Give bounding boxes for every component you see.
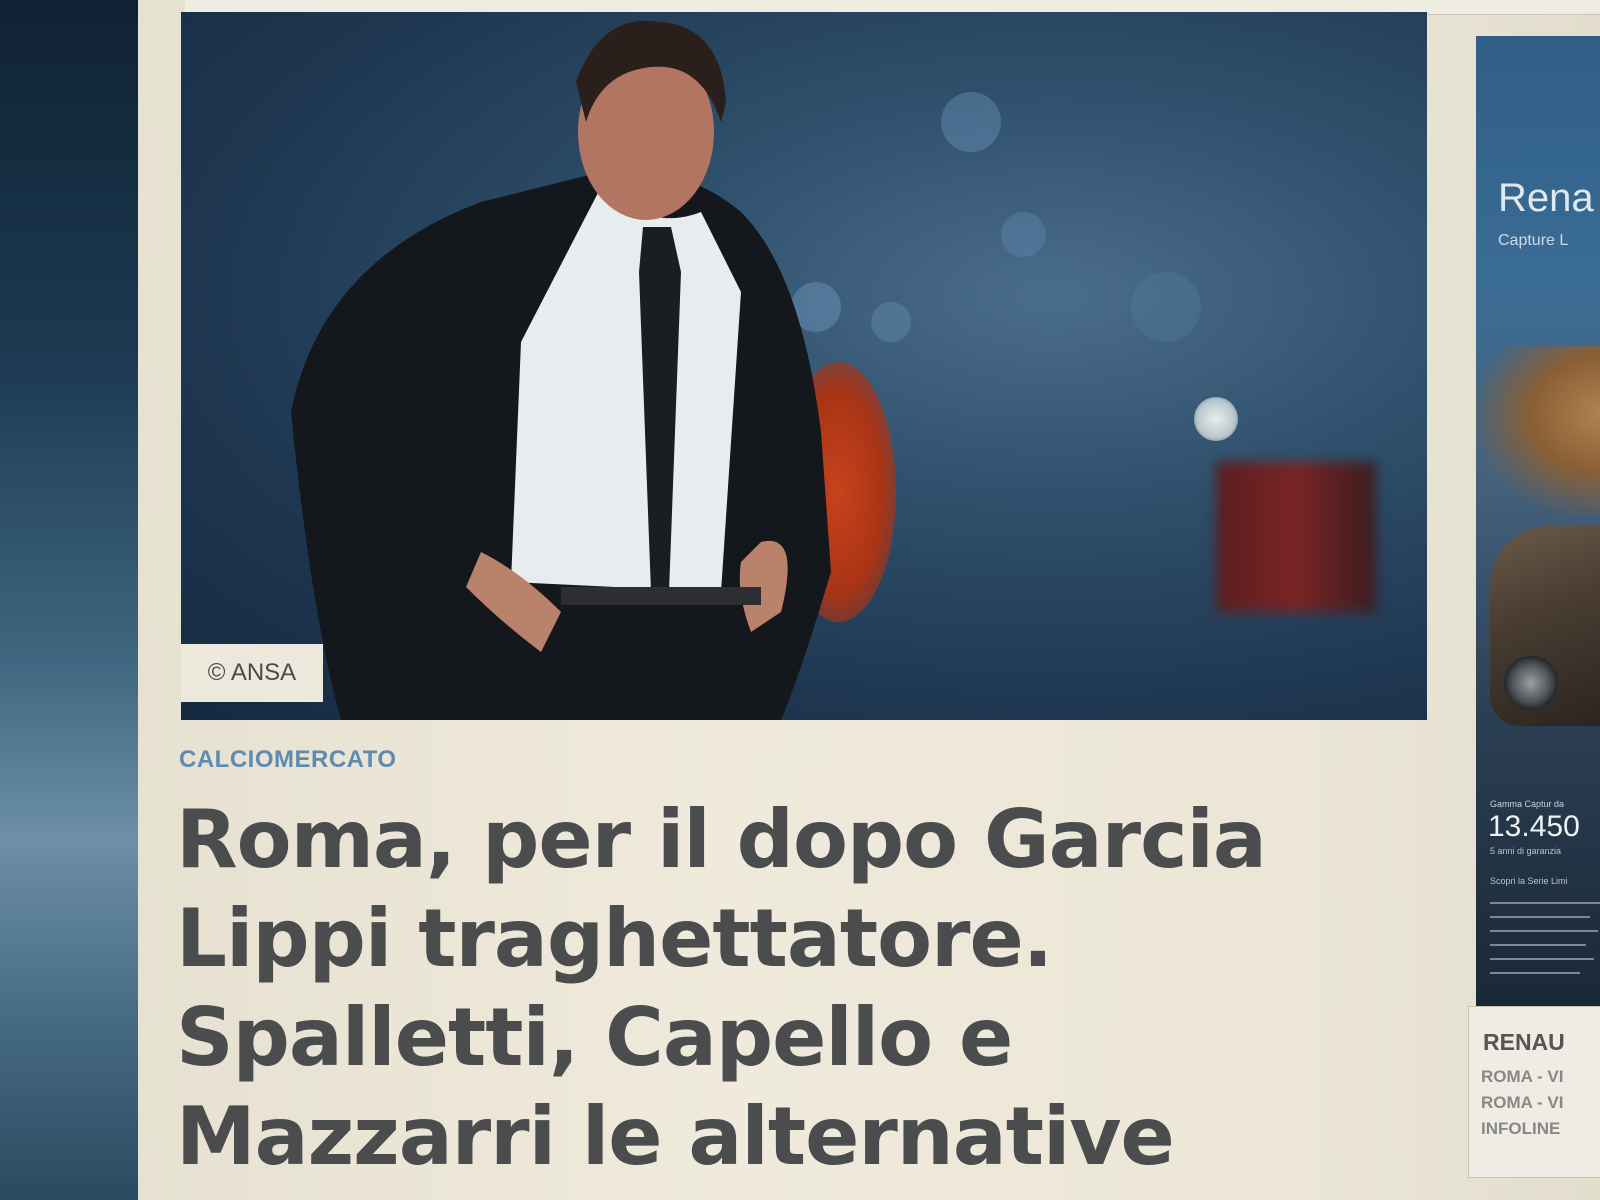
article-hero-image[interactable] [181, 12, 1427, 720]
ad-dealer-brand: RENAU [1483, 1029, 1565, 1055]
ad-dealer-box[interactable]: RENAU ROMA - VI ROMA - VI INFOLINE [1468, 1006, 1600, 1178]
headline-line: Lippi traghettatore. [176, 892, 1053, 985]
ad-fine-print [1490, 972, 1580, 974]
article-headline[interactable]: Roma, per il dopo Garcia Lippi traghetta… [176, 790, 1426, 1186]
ad-dealer-line: INFOLINE [1481, 1119, 1561, 1138]
ad-dealer-line: ROMA - VI [1481, 1067, 1564, 1086]
ad-title: Rena [1498, 176, 1594, 220]
coach-figure [291, 20, 831, 720]
ad-fine-print [1490, 958, 1594, 960]
background-left [0, 0, 150, 1200]
ad-dealer-line: ROMA - VI [1481, 1093, 1564, 1112]
ad-price: 13.450 [1488, 810, 1580, 843]
photo-credit: © ANSA [181, 644, 323, 702]
ad-fine-print [1490, 930, 1598, 932]
ad-fine-print [1490, 944, 1586, 946]
headline-line: Roma, per il dopo Garcia [176, 793, 1267, 886]
ad-fine-print [1490, 902, 1600, 904]
ad-cta-text: Scopri la Serie Limi [1490, 876, 1568, 886]
ad-fine-print [1490, 916, 1590, 918]
ad-car-wheel [1504, 656, 1558, 710]
ad-warranty-text: 5 anni di garanzia [1490, 846, 1562, 856]
ad-subtitle: Capture L [1498, 232, 1569, 249]
headline-line: Mazzarri le alternative [176, 1090, 1175, 1183]
ad-price-label: Gamma Captur da [1490, 799, 1565, 809]
article-category-link[interactable]: CALCIOMERCATO [179, 746, 397, 774]
ad-graphic [1476, 346, 1600, 516]
advertisement-banner[interactable]: Rena Capture L Gamma Captur da 13.450 5 … [1476, 36, 1600, 1006]
headline-line: Spalletti, Capello e [176, 991, 1013, 1084]
